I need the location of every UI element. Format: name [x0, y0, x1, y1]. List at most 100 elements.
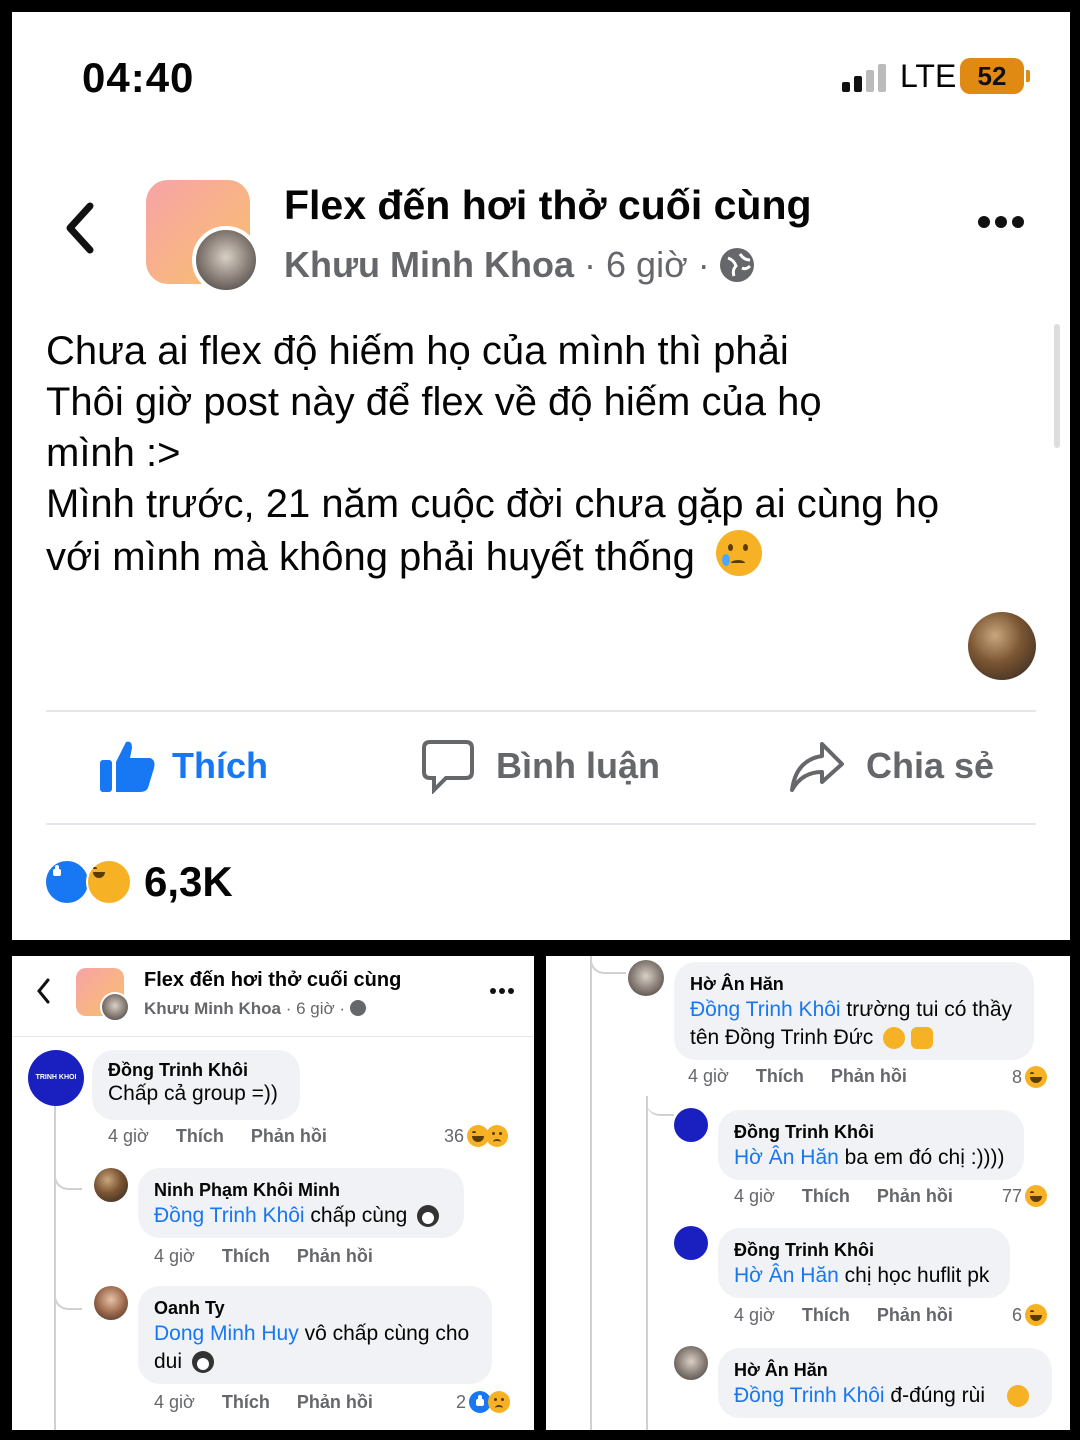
group-name[interactable]: Flex đến hơi thở cuối cùng	[144, 969, 401, 992]
comment-time: 4 giờ	[734, 1186, 775, 1206]
comment-reply-button[interactable]: Phản hồi	[831, 1066, 907, 1086]
commenter-avatar[interactable]	[94, 1286, 128, 1320]
more-icon[interactable]	[490, 988, 514, 994]
mention-link[interactable]: Hờ Ân Hăn	[734, 1146, 839, 1169]
comment-reactions[interactable]: 36	[444, 1125, 509, 1147]
back-icon[interactable]	[62, 198, 96, 258]
comment-bubble: Oanh Ty Dong Minh Huy vô chấp cùng cho d…	[138, 1286, 492, 1384]
comment-reactions[interactable]: 6	[1012, 1304, 1048, 1326]
comment-reaction-count: 6	[1012, 1304, 1023, 1325]
divider	[12, 1036, 534, 1037]
commenter-name[interactable]: Đồng Trinh Khôi	[734, 1122, 874, 1143]
main-post-screenshot: 04:40 LTE 52 Flex đến hơi thở cuối cùng …	[12, 12, 1070, 940]
comment-reply-button[interactable]: Phản hồi	[877, 1186, 953, 1206]
author-avatar[interactable]	[100, 992, 130, 1022]
comment-reaction-count: 2	[456, 1391, 467, 1412]
commenter-name[interactable]: Đồng Trinh Khôi	[108, 1060, 248, 1081]
comments-screenshot-right: Hờ Ân Hăn Đồng Trinh Khôi trường tui có …	[546, 956, 1070, 1430]
comment-like-button[interactable]: Thích	[802, 1305, 850, 1325]
post-line-last: với mình mà không phải huyết thống	[46, 530, 1046, 583]
comment-meta: 4 giờ Thích Phản hồi	[154, 1246, 373, 1267]
comment-like-button[interactable]: Thích	[802, 1186, 850, 1206]
commenter-avatar[interactable]	[674, 1226, 708, 1260]
author-avatar[interactable]	[192, 226, 260, 294]
commenter-name[interactable]: Đồng Trinh Khôi	[734, 1240, 874, 1261]
commenter-avatar[interactable]	[674, 1108, 708, 1142]
comment-reply-button[interactable]: Phản hồi	[251, 1126, 327, 1146]
comment-text: dui	[154, 1350, 183, 1373]
commenter-name[interactable]: Hờ Ân Hăn	[690, 974, 784, 995]
mention-link[interactable]: Hờ Ân Hăn	[734, 1264, 839, 1287]
comment-reaction-count: 77	[1002, 1185, 1023, 1206]
comment-bubble: Đồng Trinh Khôi Chấp cả group =))	[92, 1050, 300, 1120]
comment-like-button[interactable]: Thích	[176, 1126, 224, 1146]
comment-reply-button[interactable]: Phản hồi	[877, 1305, 953, 1325]
comment-reactions[interactable]: 77	[1002, 1185, 1048, 1207]
comment-like-button[interactable]: Thích	[222, 1392, 270, 1412]
commenter-avatar[interactable]: TRINH KHOI	[28, 1050, 84, 1106]
comment-text-row: Hờ Ân Hăn chị học huflit pk	[734, 1262, 989, 1290]
penguin-emoji	[417, 1205, 440, 1228]
meta-dot: ·	[584, 244, 597, 285]
mention-link[interactable]: Đồng Trinh Khôi	[734, 1384, 885, 1407]
crying-emoji	[715, 530, 762, 576]
commenter-avatar[interactable]	[94, 1168, 128, 1202]
comment-reactions[interactable]: 8	[1012, 1066, 1048, 1088]
haha-reaction-icon	[1025, 1185, 1048, 1207]
commenter-name[interactable]: Oanh Ty	[154, 1298, 225, 1319]
share-button[interactable]: Chia sẻ	[788, 738, 994, 794]
meta-dot-2: ·	[697, 244, 710, 285]
comment-meta: 4 giờ Thích Phản hồi	[154, 1392, 373, 1413]
comment-time: 4 giờ	[688, 1066, 729, 1086]
like-button[interactable]: Thích	[98, 738, 268, 794]
comment-meta: 4 giờ Thích Phản hồi	[734, 1305, 953, 1326]
divider	[46, 710, 1036, 712]
heart-hands-emoji	[911, 1027, 933, 1050]
comment-text: vô chấp cùng cho	[298, 1322, 470, 1345]
post-line: Mình trước, 21 năm cuộc đời chưa gặp ai …	[46, 482, 940, 526]
mention-link[interactable]: Đồng Trinh Khôi	[154, 1204, 305, 1227]
mention-link[interactable]: Đồng Trinh Khôi	[690, 998, 841, 1021]
comment-meta: 4 giờ Thích Phản hồi	[734, 1186, 953, 1207]
comment-bubble: Đồng Trinh Khôi Hờ Ân Hăn chị học huflit…	[718, 1228, 1010, 1298]
comment-reply-button[interactable]: Phản hồi	[297, 1392, 373, 1412]
more-icon[interactable]	[978, 216, 1026, 234]
post-line: Chưa ai flex độ hiếm họ của mình thì phả…	[46, 329, 789, 373]
comment-text-row: Đồng Trinh Khôi đ-đúng rùi	[734, 1382, 1029, 1410]
commenter-avatar[interactable]	[674, 1346, 708, 1380]
post-line: Thôi giờ post này để flex về độ hiếm của…	[46, 380, 822, 424]
comment-time: 4 giờ	[734, 1305, 775, 1325]
comment-text-row: Hờ Ân Hăn ba em đó chị :))))	[734, 1144, 1005, 1172]
commenter-name[interactable]: Hờ Ân Hăn	[734, 1360, 828, 1381]
commenter-name[interactable]: Ninh Phạm Khôi Minh	[154, 1180, 340, 1201]
post-meta: Khưu Minh Khoa · 6 giờ ·	[144, 999, 366, 1019]
comment-reaction-count: 8	[1012, 1066, 1023, 1087]
comment-label: Bình luận	[496, 745, 660, 786]
comment-text: trường tui có thầy	[840, 998, 1012, 1021]
reaction-summary[interactable]: 6,3K	[44, 858, 233, 906]
back-icon[interactable]	[36, 978, 50, 1004]
thread-branch	[646, 1076, 674, 1116]
group-name[interactable]: Flex đến hơi thở cuối cùng	[284, 182, 812, 229]
post-line: mình :>	[46, 431, 181, 475]
haha-reaction-icon	[1025, 1304, 1048, 1326]
divider	[46, 823, 1036, 825]
comment-button[interactable]: Bình luận	[420, 738, 660, 794]
scrollbar[interactable]	[1054, 324, 1060, 448]
like-label: Thích	[172, 745, 268, 786]
comment-like-button[interactable]: Thích	[756, 1066, 804, 1086]
comment-bubble: Hờ Ân Hăn Đồng Trinh Khôi trường tui có …	[674, 962, 1034, 1060]
author-name[interactable]: Khưu Minh Khoa	[284, 244, 574, 286]
viewer-avatar[interactable]	[968, 612, 1036, 680]
mention-link[interactable]: Dong Minh Huy	[154, 1322, 299, 1345]
comment-text-row: tên Đồng Trinh Đức	[690, 1024, 933, 1052]
comment-like-button[interactable]: Thích	[222, 1246, 270, 1266]
author-name[interactable]: Khưu Minh Khoa	[144, 999, 281, 1018]
network-label: LTE	[900, 58, 957, 94]
comment-reactions[interactable]: 2	[456, 1391, 511, 1413]
penguin-emoji	[191, 1351, 214, 1374]
sad-reaction-icon	[486, 1125, 509, 1147]
share-label: Chia sẻ	[866, 745, 995, 786]
commenter-avatar[interactable]	[628, 960, 664, 996]
comment-reply-button[interactable]: Phản hồi	[297, 1246, 373, 1266]
